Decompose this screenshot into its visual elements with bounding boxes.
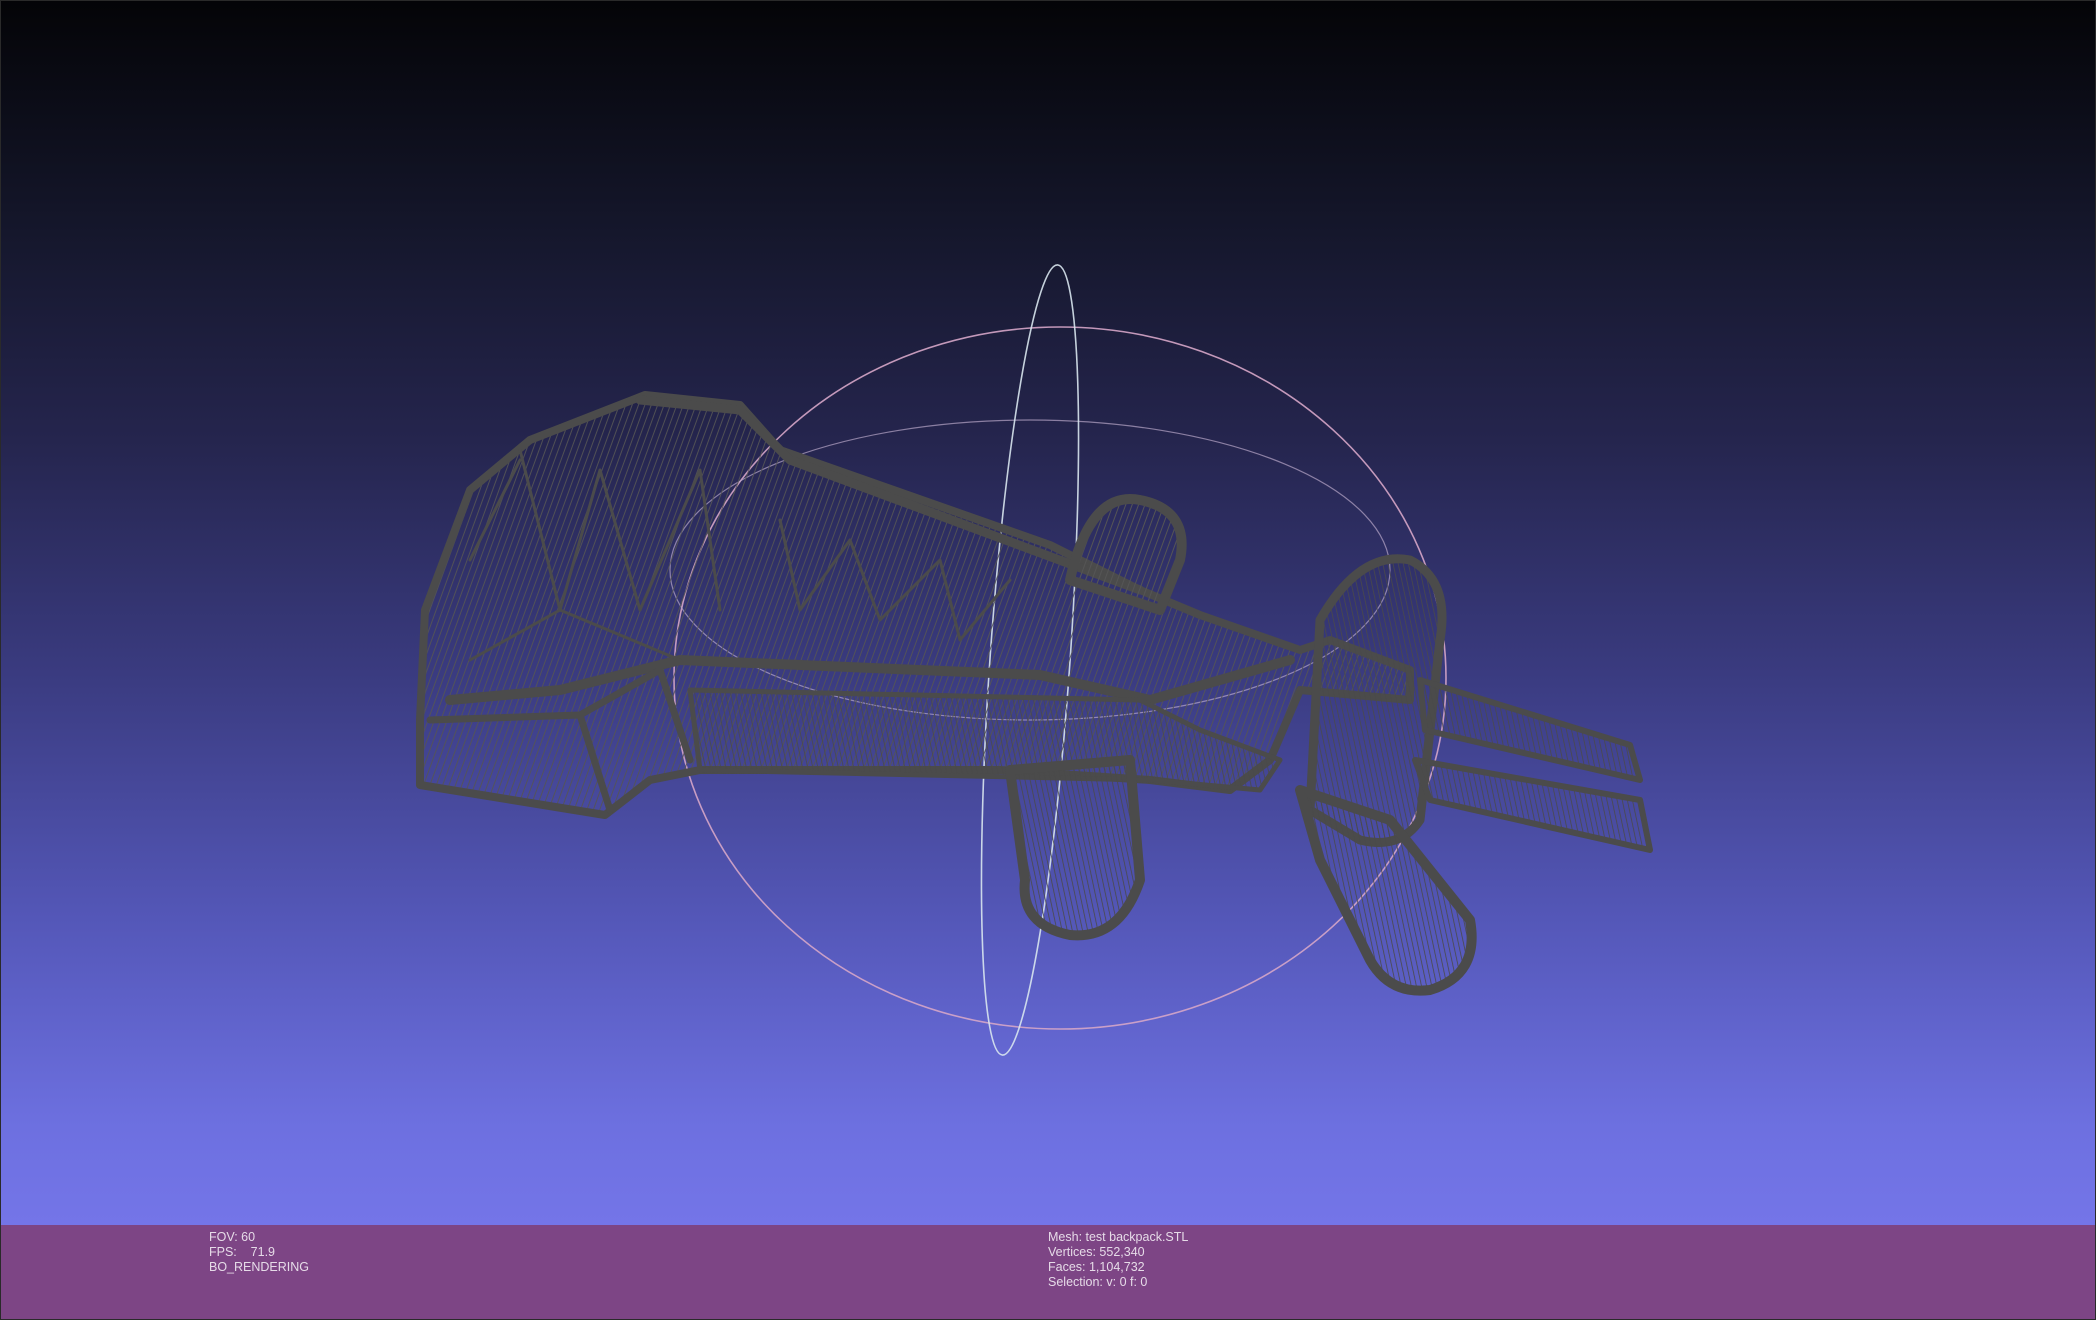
info-bar: FOV: 60 FPS: 71.9 BO_RENDERING Mesh: tes… (0, 1225, 2096, 1320)
faces-label: Faces: 1,104,732 (1048, 1260, 1145, 1274)
mesh-info: Mesh: test backpack.STL Vertices: 552,34… (1048, 1230, 1188, 1290)
3d-viewport[interactable] (0, 0, 2096, 1225)
mesh-strap-right (1295, 785, 1477, 996)
fps-label: FPS: 71.9 (209, 1245, 276, 1259)
mesh-wireframe[interactable] (416, 391, 1653, 996)
viewport-canvas[interactable] (0, 0, 2096, 1225)
fov-label: FOV: 60 (209, 1230, 256, 1244)
mesh-strap-left (1005, 755, 1145, 941)
mesh-name-label: Mesh: test backpack.STL (1048, 1230, 1189, 1244)
render-info: FOV: 60 FPS: 71.9 BO_RENDERING (209, 1230, 309, 1275)
selection-label: Selection: v: 0 f: 0 (1048, 1275, 1148, 1289)
vertices-label: Vertices: 552,340 (1048, 1245, 1145, 1259)
rendering-mode-label: BO_RENDERING (209, 1260, 310, 1274)
